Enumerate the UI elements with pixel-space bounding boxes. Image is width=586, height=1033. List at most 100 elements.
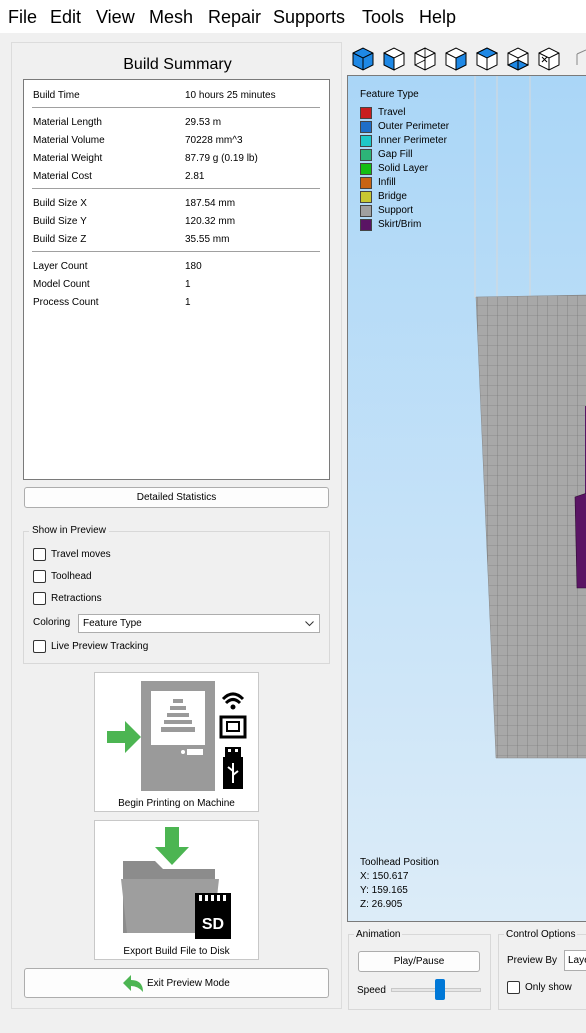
divider <box>32 107 320 108</box>
summary-value-layer-count: 180 <box>185 261 202 272</box>
export-build-file-button[interactable]: SD Export Build File to Disk <box>94 820 259 960</box>
summary-value-build-size-x: 187.54 mm <box>185 198 236 209</box>
legend-label: Outer Perimeter <box>378 121 450 132</box>
show-in-preview-title: Show in Preview <box>29 525 109 537</box>
summary-label-material-cost: Material Cost <box>33 171 92 182</box>
summary-value-material-cost: 2.81 <box>185 171 205 182</box>
legend-swatch <box>360 177 372 189</box>
live-preview-tracking-label: Live Preview Tracking <box>51 641 149 652</box>
legend-label: Gap Fill <box>378 149 413 160</box>
summary-value-build-size-z: 35.55 mm <box>185 234 230 245</box>
menu-file[interactable]: File <box>8 6 37 28</box>
legend-swatch <box>360 163 372 175</box>
preview-by-select[interactable]: Laye <box>564 950 586 971</box>
legend-title: Feature Type <box>360 89 419 100</box>
toolhead-checkbox[interactable] <box>33 570 46 583</box>
menu-mesh[interactable]: Mesh <box>149 6 193 28</box>
summary-value-process-count: 1 <box>185 297 191 308</box>
printer-machine-icon <box>107 681 247 791</box>
summary-value-material-weight: 87.79 g (0.19 lb) <box>185 153 258 164</box>
menu-supports[interactable]: Supports <box>273 6 345 28</box>
menu-view[interactable]: View <box>96 6 135 28</box>
control-options-title: Control Options <box>504 929 578 941</box>
summary-label-material-length: Material Length <box>33 117 102 128</box>
begin-printing-button[interactable]: Begin Printing on Machine <box>94 672 259 812</box>
coloring-select[interactable]: Feature Type <box>78 614 320 633</box>
menu-help[interactable]: Help <box>419 6 456 28</box>
only-show-label: Only show <box>525 982 572 993</box>
toolhead-position-title: Toolhead Position <box>360 857 439 868</box>
speed-slider-thumb[interactable] <box>435 979 445 1000</box>
legend-swatch <box>360 219 372 231</box>
legend-label: Skirt/Brim <box>378 219 422 230</box>
view-top-icon[interactable] <box>505 45 531 71</box>
summary-label-build-size-x: Build Size X <box>33 198 87 209</box>
summary-label-process-count: Process Count <box>33 297 99 308</box>
summary-label-build-size-y: Build Size Y <box>33 216 87 227</box>
toolhead-label: Toolhead <box>51 571 92 582</box>
retractions-checkbox[interactable] <box>33 592 46 605</box>
menu-bar: File Edit View Mesh Repair Supports Tool… <box>0 0 586 33</box>
back-arrow-icon <box>123 975 143 992</box>
view-back-icon[interactable] <box>412 45 438 71</box>
view-iso-icon[interactable] <box>350 45 376 71</box>
control-options-group <box>498 934 586 1010</box>
summary-value-build-time: 10 hours 25 minutes <box>185 90 276 101</box>
summary-table: Build Time 10 hours 25 minutes Material … <box>23 79 330 480</box>
preview-by-label: Preview By <box>507 955 558 966</box>
toolhead-position-z: Z: 26.905 <box>360 899 403 910</box>
view-left-icon[interactable] <box>443 45 469 71</box>
export-build-file-label: Export Build File to Disk <box>123 946 230 957</box>
detailed-statistics-button[interactable]: Detailed Statistics <box>24 487 329 508</box>
view-right-icon[interactable] <box>474 45 500 71</box>
summary-value-material-volume: 70228 mm^3 <box>185 135 243 146</box>
legend-label: Solid Layer <box>378 163 429 174</box>
preview-viewport[interactable]: Feature Type Travel Outer Perimeter Inne… <box>347 75 586 922</box>
summary-value-build-size-y: 120.32 mm <box>185 216 236 227</box>
panel-title: Build Summary <box>123 56 232 73</box>
summary-value-material-length: 29.53 m <box>185 117 222 128</box>
menu-repair[interactable]: Repair <box>208 6 261 28</box>
view-more-icon[interactable] <box>567 45 586 71</box>
sd-text: SD <box>202 916 224 933</box>
summary-label-model-count: Model Count <box>33 279 90 290</box>
chevron-down-icon <box>305 621 314 627</box>
legend-label: Support <box>378 205 414 216</box>
live-preview-tracking-checkbox[interactable] <box>33 640 46 653</box>
preview-by-value: Laye <box>568 955 586 966</box>
view-front-icon[interactable] <box>381 45 407 71</box>
retractions-label: Retractions <box>51 593 102 604</box>
legend-swatch <box>360 121 372 133</box>
summary-label-build-size-z: Build Size Z <box>33 234 87 245</box>
legend-label: Bridge <box>378 191 407 202</box>
legend-swatch <box>360 107 372 119</box>
toolhead-position-y: Y: 159.165 <box>360 885 408 896</box>
legend-label: Infill <box>378 177 396 188</box>
menu-tools[interactable]: Tools <box>362 6 404 28</box>
exit-preview-mode-label: Exit Preview Mode <box>147 978 230 989</box>
summary-label-layer-count: Layer Count <box>33 261 88 272</box>
legend-swatch <box>360 191 372 203</box>
summary-label-build-time: Build Time <box>33 90 80 101</box>
travel-moves-label: Travel moves <box>51 549 111 560</box>
play-pause-button[interactable]: Play/Pause <box>358 951 480 972</box>
view-bottom-icon[interactable] <box>536 45 562 71</box>
coloring-select-value: Feature Type <box>83 618 142 629</box>
divider <box>32 251 320 252</box>
exit-preview-mode-button[interactable]: Exit Preview Mode <box>24 968 329 998</box>
legend-swatch <box>360 135 372 147</box>
legend-swatch <box>360 205 372 217</box>
legend-swatch <box>360 149 372 161</box>
animation-group <box>348 934 491 1010</box>
legend-label: Travel <box>378 107 406 118</box>
begin-printing-label: Begin Printing on Machine <box>118 798 235 809</box>
folder-sd-card-icon: SD <box>121 827 231 939</box>
summary-value-model-count: 1 <box>185 279 191 290</box>
divider <box>32 188 320 189</box>
animation-title: Animation <box>354 929 403 941</box>
only-show-checkbox[interactable] <box>507 981 520 994</box>
coloring-label: Coloring <box>33 617 71 628</box>
travel-moves-checkbox[interactable] <box>33 548 46 561</box>
legend-label: Inner Perimeter <box>378 135 447 146</box>
menu-edit[interactable]: Edit <box>50 6 81 28</box>
